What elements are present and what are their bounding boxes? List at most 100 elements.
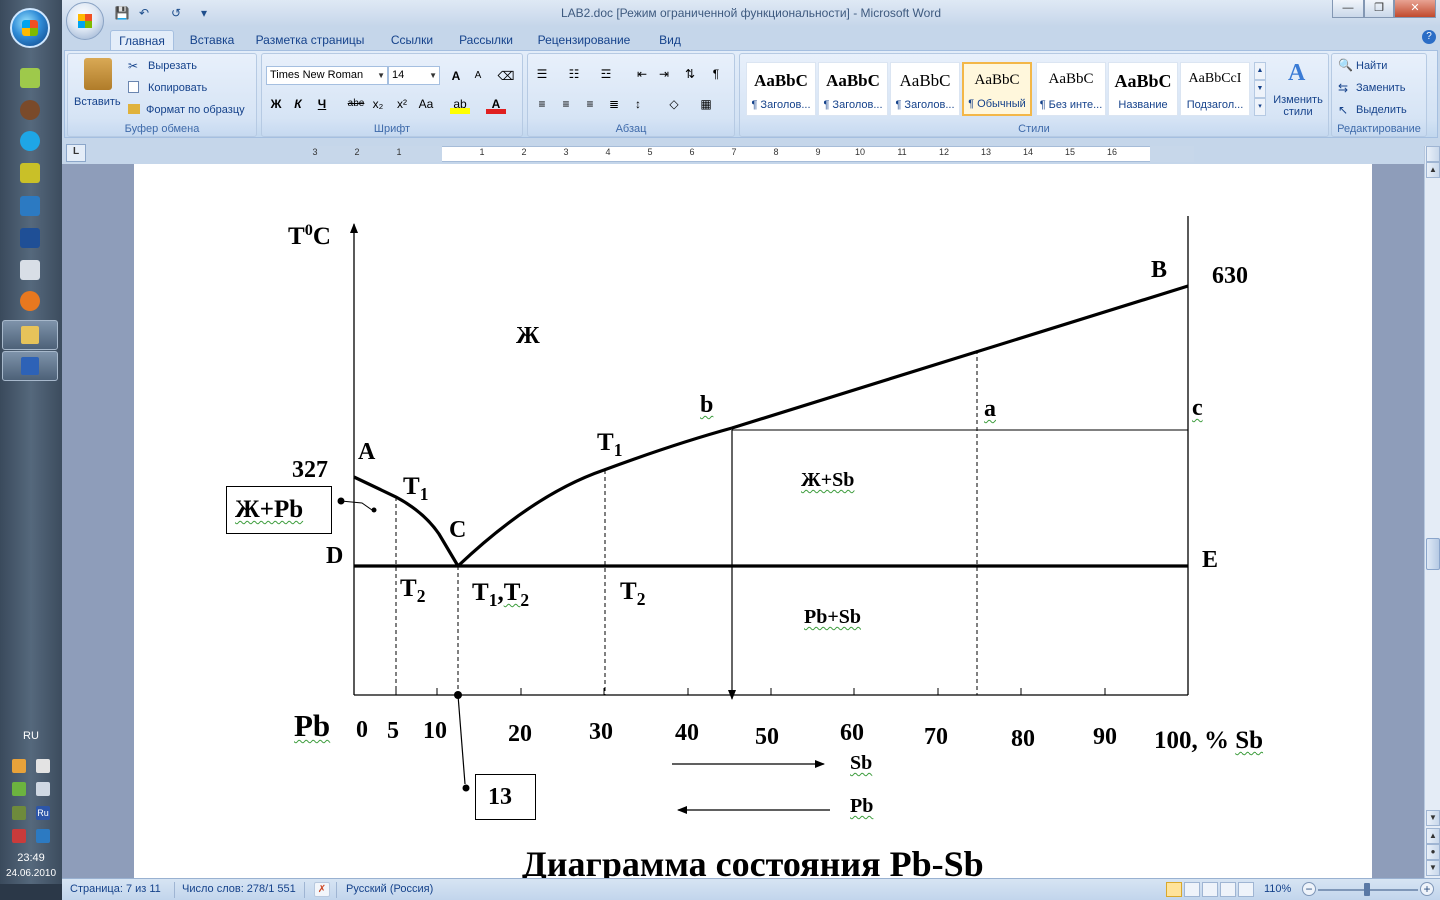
language-indicator[interactable]: RU — [0, 730, 62, 742]
styles-scroll-down-icon[interactable]: ▼ — [1254, 80, 1266, 98]
style-heading-3[interactable]: AaBbC ¶ Заголов... — [890, 62, 960, 116]
word-count[interactable]: Число слов: 278/1 551 — [182, 883, 296, 895]
tab-view[interactable]: Вид — [652, 30, 688, 50]
save-icon[interactable]: 💾 — [114, 5, 130, 21]
page-count[interactable]: Страница: 7 из 11 — [70, 883, 161, 895]
full-screen-reading-view-icon[interactable] — [1184, 882, 1200, 897]
quicklaunch-app-icon[interactable] — [20, 68, 40, 88]
font-family-select[interactable]: Times New Roman ▼ — [266, 66, 388, 85]
outline-view-icon[interactable] — [1220, 882, 1236, 897]
style-subtitle[interactable]: AaBbCcI Подзагол... — [1180, 62, 1250, 116]
font-color-icon[interactable]: A — [486, 94, 506, 114]
find-button[interactable]: Найти — [1356, 60, 1387, 72]
style-title[interactable]: AaBbC Название — [1108, 62, 1178, 116]
close-button[interactable]: ✕ — [1394, 0, 1436, 18]
quicklaunch-media-icon[interactable] — [20, 100, 40, 120]
excel-icon[interactable] — [20, 196, 40, 216]
tray-device-icon[interactable] — [36, 759, 50, 773]
align-left-icon[interactable]: ≡ — [532, 94, 552, 114]
style-heading-1[interactable]: AaBbC ¶ Заголов... — [746, 62, 816, 116]
skype-icon[interactable] — [20, 131, 40, 151]
tab-insert[interactable]: Вставка — [184, 30, 240, 50]
tab-selector-icon[interactable] — [66, 144, 86, 162]
bullets-icon[interactable]: ☰ — [532, 64, 552, 84]
web-layout-view-icon[interactable] — [1202, 882, 1218, 897]
clear-format-icon[interactable]: ⌫ — [496, 66, 516, 86]
zoom-slider-thumb[interactable] — [1364, 883, 1370, 896]
horizontal-ruler[interactable] — [310, 146, 1194, 162]
redo-icon[interactable]: ↺ — [168, 5, 184, 21]
bold-button[interactable]: Ж — [266, 94, 286, 114]
grow-font-button[interactable]: A — [446, 66, 466, 86]
multilevel-list-icon[interactable]: ☲ — [596, 64, 616, 84]
scroll-down-icon[interactable]: ▼ — [1426, 810, 1440, 826]
calculator-icon[interactable] — [20, 260, 40, 280]
shrink-font-button[interactable]: A — [468, 66, 488, 86]
print-layout-view-icon[interactable] — [1166, 882, 1182, 897]
language-status[interactable]: Русский (Россия) — [346, 883, 433, 895]
vertical-scrollbar[interactable]: ▲ ▼ ▲ ● ▼ — [1424, 146, 1440, 878]
select-browse-object-icon[interactable]: ● — [1426, 844, 1440, 860]
volume-icon[interactable] — [36, 782, 50, 796]
italic-button[interactable]: К — [288, 94, 308, 114]
cut-button[interactable]: Вырезать — [148, 60, 197, 72]
taskbar-word-button[interactable] — [2, 351, 58, 381]
clock-time[interactable]: 23:49 — [0, 852, 62, 864]
tray-disconnected-icon[interactable] — [12, 829, 26, 843]
undo-icon[interactable]: ↶ — [136, 5, 152, 21]
next-page-icon[interactable]: ▼ — [1426, 860, 1440, 876]
tray-network-icon[interactable] — [12, 759, 26, 773]
replace-button[interactable]: Заменить — [1356, 82, 1405, 94]
show-marks-button[interactable]: ¶ — [706, 64, 726, 84]
zoom-in-button[interactable]: + — [1420, 882, 1434, 896]
styles-more-icon[interactable]: ▾ — [1254, 98, 1266, 116]
superscript-button[interactable]: x² — [392, 94, 412, 114]
change-styles-button[interactable]: A Изменить стили — [1270, 58, 1326, 120]
scroll-up-icon[interactable]: ▲ — [1426, 162, 1440, 178]
maximize-button[interactable]: ❐ — [1364, 0, 1394, 18]
show-desktop-button[interactable] — [0, 884, 62, 900]
document-page[interactable]: T0C B 630 Ж b a c T1 A 327 Ж+Sb T1 Ж+Pb … — [134, 164, 1372, 878]
borders-icon[interactable]: ▦ — [696, 94, 716, 114]
format-painter-button[interactable]: Формат по образцу — [146, 104, 245, 116]
strikethrough-button[interactable]: abe — [346, 94, 366, 114]
tab-references[interactable]: Ссылки — [384, 30, 440, 50]
firefox-icon[interactable] — [20, 291, 40, 311]
start-button[interactable] — [10, 8, 50, 48]
help-icon[interactable]: ? — [1422, 30, 1436, 44]
change-case-button[interactable]: Aa — [416, 94, 436, 114]
justify-icon[interactable]: ≣ — [604, 94, 624, 114]
tab-page-layout[interactable]: Разметка страницы — [250, 30, 370, 50]
taskbar-explorer-button[interactable] — [2, 320, 58, 350]
zoom-out-button[interactable]: − — [1302, 882, 1316, 896]
font-size-select[interactable]: 14 ▼ — [388, 66, 440, 85]
paste-button[interactable]: Вставить — [70, 56, 126, 120]
zoom-level[interactable]: 110% — [1264, 883, 1291, 895]
subscript-button[interactable]: x₂ — [368, 94, 388, 114]
copy-button[interactable]: Копировать — [148, 82, 207, 94]
style-normal[interactable]: AaBbC ¶ Обычный — [962, 62, 1032, 116]
tab-mailings[interactable]: Рассылки — [454, 30, 518, 50]
tray-keyboard-layout-icon[interactable]: Ru — [36, 806, 50, 820]
ruler-toggle-icon[interactable] — [1426, 146, 1440, 162]
numbering-icon[interactable]: ☷ — [564, 64, 584, 84]
tab-home[interactable]: Главная — [110, 30, 174, 50]
style-heading-2[interactable]: AaBbC ¶ Заголов... — [818, 62, 888, 116]
qat-customize-icon[interactable]: ▾ — [196, 5, 212, 21]
draft-view-icon[interactable] — [1238, 882, 1254, 897]
select-button[interactable]: Выделить — [1356, 104, 1407, 116]
bug-app-icon[interactable] — [20, 163, 40, 183]
align-right-icon[interactable]: ≡ — [580, 94, 600, 114]
minimize-button[interactable]: — — [1332, 0, 1364, 18]
scrollbar-thumb[interactable] — [1426, 538, 1440, 570]
previous-page-icon[interactable]: ▲ — [1426, 828, 1440, 844]
tray-excel-icon[interactable] — [36, 829, 50, 843]
tab-review[interactable]: Рецензирование — [532, 30, 636, 50]
tray-signal-icon[interactable] — [12, 806, 26, 820]
style-no-spacing[interactable]: AaBbC ¶ Без инте... — [1036, 62, 1106, 116]
align-center-icon[interactable]: ≡ — [556, 94, 576, 114]
office-button[interactable] — [66, 2, 104, 40]
sort-icon[interactable]: ⇅ — [680, 64, 700, 84]
tray-flag-icon[interactable] — [12, 782, 26, 796]
underline-button[interactable]: Ч — [312, 94, 332, 114]
